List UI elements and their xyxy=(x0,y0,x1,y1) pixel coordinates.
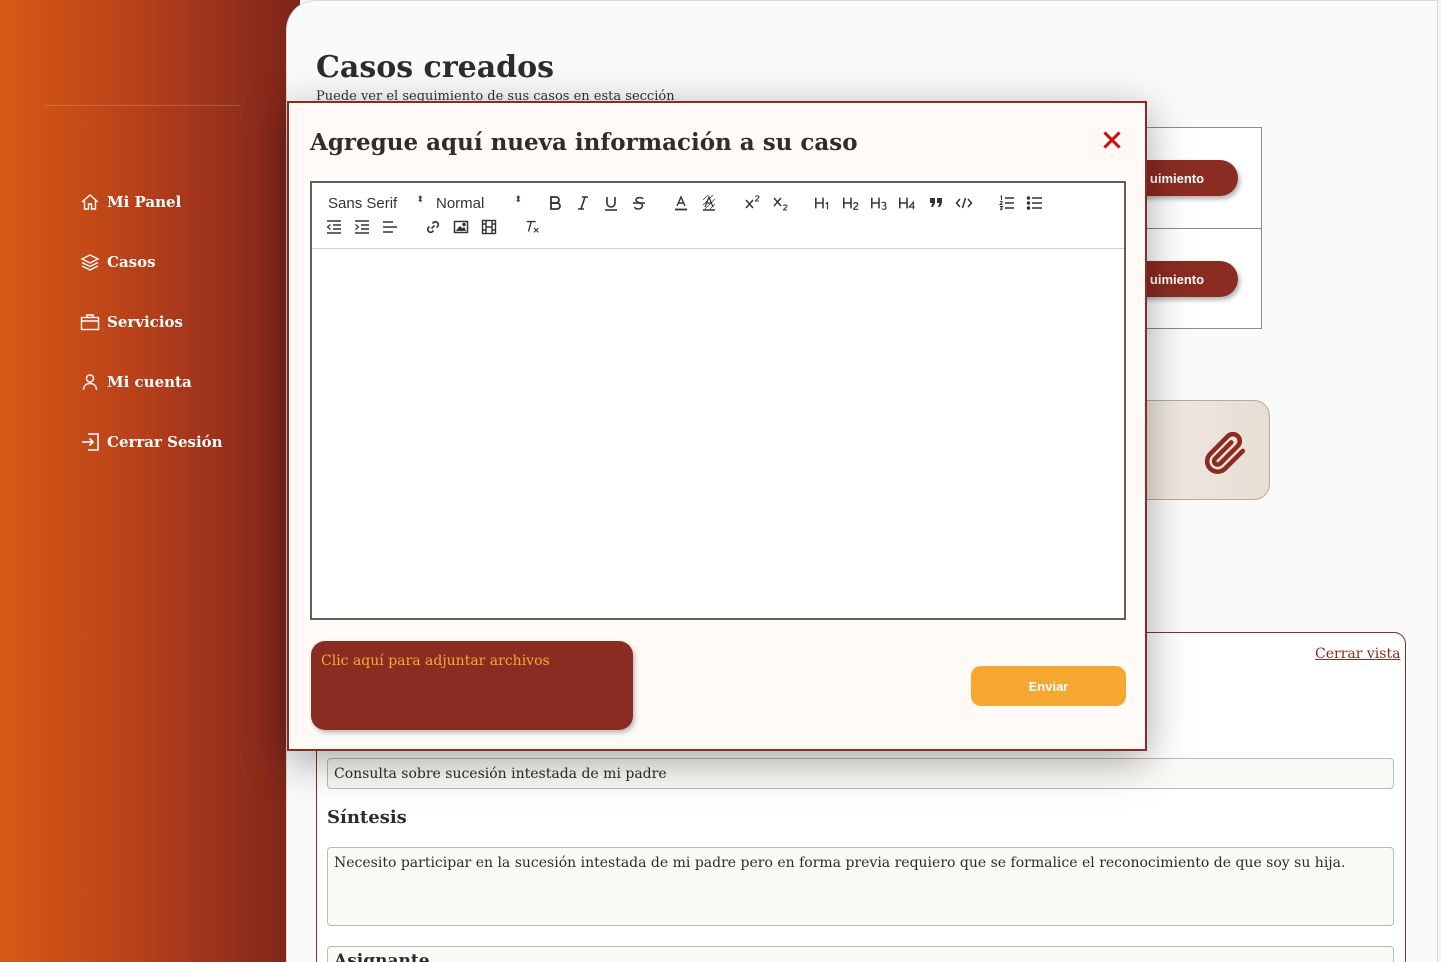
follow-up-label: uimiento xyxy=(1149,170,1205,186)
underline-button[interactable] xyxy=(602,193,620,213)
heading-4-icon xyxy=(899,197,915,210)
select-caret-icon: ⬍ xyxy=(514,194,522,204)
layers-icon xyxy=(80,254,100,271)
image-icon xyxy=(453,220,469,234)
ordered-list-button[interactable] xyxy=(997,193,1017,213)
sidebar-item-cerrar-sesion[interactable]: Cerrar Sesión xyxy=(80,432,223,452)
close-x-icon[interactable] xyxy=(1099,127,1125,153)
subscript-icon xyxy=(773,197,788,211)
editor-toolbar: Sans Serif ⬍ Normal ⬍ xyxy=(312,183,1124,249)
sidebar-item-label: Mi Panel xyxy=(107,193,182,211)
size-select[interactable]: Normal ⬍ xyxy=(436,193,522,213)
font-select-value: Sans Serif xyxy=(328,194,398,212)
sidebar: Mi Panel Casos Servicios Mi cuenta Cerra… xyxy=(0,0,300,962)
italic-icon xyxy=(578,196,588,210)
highlight-icon xyxy=(702,194,716,211)
outdent-icon xyxy=(326,220,341,234)
h4-button[interactable] xyxy=(896,193,918,213)
assignee-section: Asignante xyxy=(327,946,1394,962)
attach-files-button[interactable]: Clic aquí para adjuntar archivos xyxy=(311,641,633,730)
heading-3-icon xyxy=(871,197,887,210)
size-select-value: Normal xyxy=(436,194,485,212)
strikethrough-icon xyxy=(633,196,645,210)
heading-2-icon xyxy=(843,197,859,210)
code-block-button[interactable] xyxy=(954,193,974,213)
italic-button[interactable] xyxy=(574,193,592,213)
indent-button[interactable] xyxy=(352,217,372,237)
strike-button[interactable] xyxy=(630,193,648,213)
text-color-icon xyxy=(675,195,687,211)
h2-button[interactable] xyxy=(840,193,862,213)
subscript-button[interactable] xyxy=(770,193,790,213)
sidebar-item-label: Cerrar Sesión xyxy=(107,433,223,451)
paperclip-icon xyxy=(1204,431,1246,474)
clear-format-icon xyxy=(526,220,539,233)
superscript-icon xyxy=(745,195,760,209)
briefcase-icon xyxy=(80,314,100,331)
heading-1-icon xyxy=(815,197,829,210)
sidebar-item-servicios[interactable]: Servicios xyxy=(80,312,183,332)
bold-button[interactable] xyxy=(546,193,564,213)
sidebar-item-label: Mi cuenta xyxy=(107,373,192,391)
video-icon xyxy=(481,219,497,235)
select-caret-icon: ⬍ xyxy=(416,194,424,204)
modal-title: Agregue aquí nueva información a su caso xyxy=(310,129,858,156)
text-color-button[interactable] xyxy=(672,193,690,213)
assignee-label: Asignante xyxy=(334,951,430,962)
attach-files-label: Clic aquí para adjuntar archivos xyxy=(321,653,550,669)
underline-icon xyxy=(605,197,617,211)
follow-up-label: uimiento xyxy=(1149,271,1205,287)
indent-icon xyxy=(355,220,369,234)
h1-button[interactable] xyxy=(812,193,834,213)
synthesis-label: Síntesis xyxy=(327,807,407,828)
send-label: Enviar xyxy=(1028,678,1069,694)
send-button[interactable]: Enviar xyxy=(971,666,1126,706)
image-button[interactable] xyxy=(451,217,471,237)
sidebar-item-mi-panel[interactable]: Mi Panel xyxy=(80,192,181,212)
link-icon xyxy=(426,220,440,234)
bullet-list-icon xyxy=(1026,196,1042,210)
subject-field: Consulta sobre sucesión intestada de mi … xyxy=(327,758,1394,789)
align-button[interactable] xyxy=(380,217,400,237)
superscript-button[interactable] xyxy=(742,193,762,213)
outdent-button[interactable] xyxy=(324,217,344,237)
row-divider xyxy=(1141,228,1261,229)
code-icon xyxy=(955,197,973,209)
editor-content[interactable] xyxy=(312,250,1124,618)
ordered-list-icon xyxy=(998,195,1014,211)
background-color-button[interactable] xyxy=(700,193,718,213)
sidebar-item-label: Casos xyxy=(107,253,156,271)
logout-icon xyxy=(82,433,99,451)
close-view-link[interactable]: Cerrar vista xyxy=(1315,646,1400,662)
h3-button[interactable] xyxy=(868,193,890,213)
sidebar-item-mi-cuenta[interactable]: Mi cuenta xyxy=(80,372,192,392)
sidebar-item-label: Servicios xyxy=(107,313,183,331)
font-select[interactable]: Sans Serif ⬍ xyxy=(328,193,424,213)
add-info-modal: Agregue aquí nueva información a su caso… xyxy=(287,101,1147,751)
synthesis-field: Necesito participar en la sucesión intes… xyxy=(327,847,1394,926)
sidebar-item-casos[interactable]: Casos xyxy=(80,252,156,272)
bullet-list-button[interactable] xyxy=(1025,193,1045,213)
video-button[interactable] xyxy=(479,217,499,237)
sidebar-divider xyxy=(45,105,240,106)
rich-text-editor: Sans Serif ⬍ Normal ⬍ xyxy=(310,181,1126,620)
page-title: Casos creados xyxy=(316,50,555,85)
home-icon xyxy=(81,194,99,210)
bold-icon xyxy=(550,196,561,210)
cases-table xyxy=(1140,127,1262,329)
user-icon xyxy=(82,374,98,391)
quote-icon xyxy=(930,198,942,207)
blockquote-button[interactable] xyxy=(926,193,946,213)
clear-format-button[interactable] xyxy=(522,217,544,237)
align-left-icon xyxy=(383,221,397,233)
link-button[interactable] xyxy=(423,217,443,237)
